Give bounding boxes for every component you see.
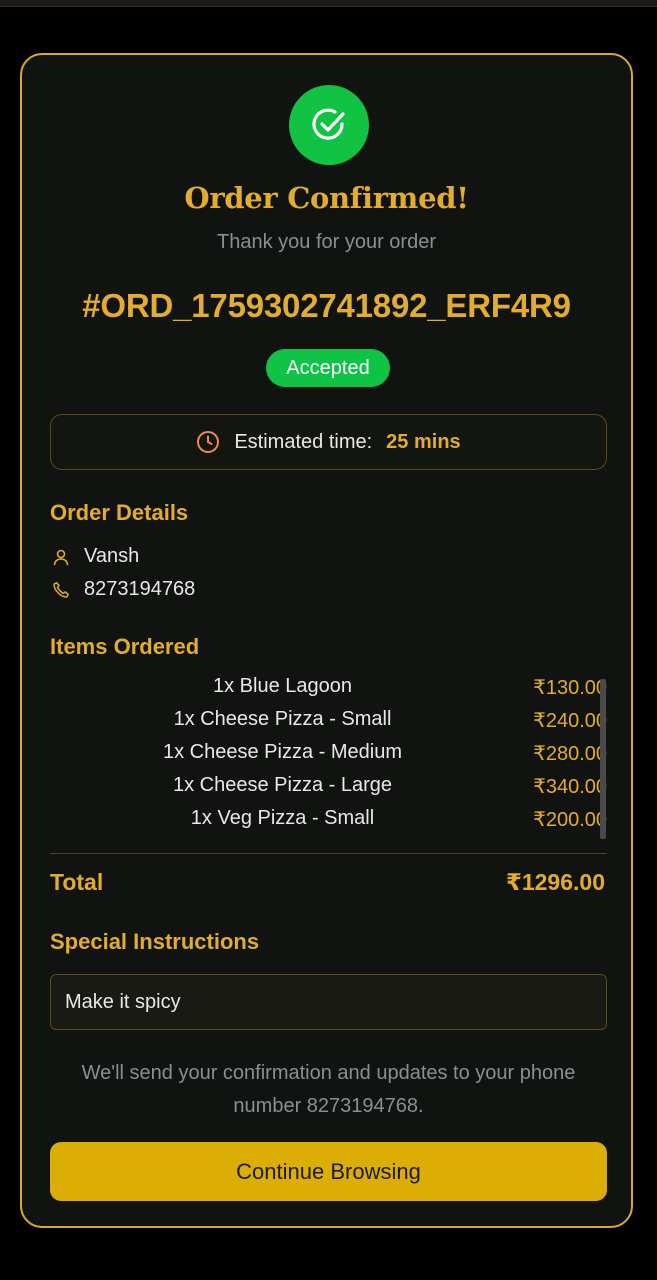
- special-instructions-heading: Special Instructions: [50, 929, 260, 954]
- item-price: ₹130.00: [533, 677, 607, 699]
- check-circle-icon: [289, 85, 369, 165]
- item-price: ₹280.00: [533, 743, 607, 765]
- items-ordered-heading: Items Ordered: [50, 634, 200, 659]
- list-item: 1x Cheese Pizza - Large ₹340.00: [50, 774, 607, 807]
- top-bar-strip: [0, 0, 657, 7]
- order-details-heading: Order Details: [50, 500, 189, 525]
- item-name: 1x Cheese Pizza - Medium: [163, 741, 402, 763]
- estimated-time-label: Estimated time:: [234, 430, 373, 453]
- confirmation-note: We'll send your confirmation and updates…: [81, 1062, 576, 1117]
- list-item: 1x Blue Lagoon ₹130.00: [50, 675, 607, 708]
- clock-icon: [196, 430, 220, 454]
- item-price: ₹200.00: [533, 809, 607, 831]
- user-icon: [50, 548, 72, 566]
- total-label: Total: [50, 869, 104, 895]
- item-name: 1x Cheese Pizza - Small: [173, 708, 392, 730]
- item-name: 1x Blue Lagoon: [212, 675, 352, 697]
- customer-phone: 8273194768: [84, 578, 196, 600]
- item-price: ₹240.00: [533, 710, 607, 732]
- estimated-time-value: 25 mins: [386, 430, 461, 453]
- customer-name-row: Vansh: [50, 545, 139, 568]
- item-name: 1x Cheese Pizza - Large: [172, 774, 392, 796]
- estimated-time-box: Estimated time: 25 mins: [50, 414, 607, 470]
- customer-phone-row: 8273194768: [50, 578, 195, 601]
- list-item: 1x Cheese Pizza - Small ₹240.00: [50, 708, 607, 741]
- status-badge: Accepted: [266, 349, 390, 387]
- customer-name: Vansh: [84, 545, 140, 567]
- items-list: 1x Blue Lagoon ₹130.00 1x Cheese Pizza -…: [50, 675, 607, 840]
- order-id: #ORD_1759302741892_ERF4R9: [82, 287, 571, 324]
- divider: [50, 853, 607, 854]
- list-item: 1x Cheese Pizza - Medium ₹280.00: [50, 741, 607, 774]
- order-confirmation-card: Order Confirmed! Thank you for your orde…: [20, 53, 633, 1228]
- page-subtitle: Thank you for your order: [217, 231, 436, 253]
- page-title: Order Confirmed!: [184, 181, 469, 215]
- item-price: ₹340.00: [533, 776, 607, 798]
- total-value: ₹1296.00: [505, 869, 605, 895]
- continue-browsing-button[interactable]: Continue Browsing: [50, 1142, 607, 1201]
- phone-icon: [50, 581, 72, 599]
- item-name: 1x Veg Pizza - Small: [190, 807, 375, 829]
- list-item: 1x Veg Pizza - Small ₹200.00: [50, 807, 607, 840]
- items-scrollbar[interactable]: [600, 679, 606, 839]
- special-instructions-field: Make it spicy: [50, 974, 607, 1030]
